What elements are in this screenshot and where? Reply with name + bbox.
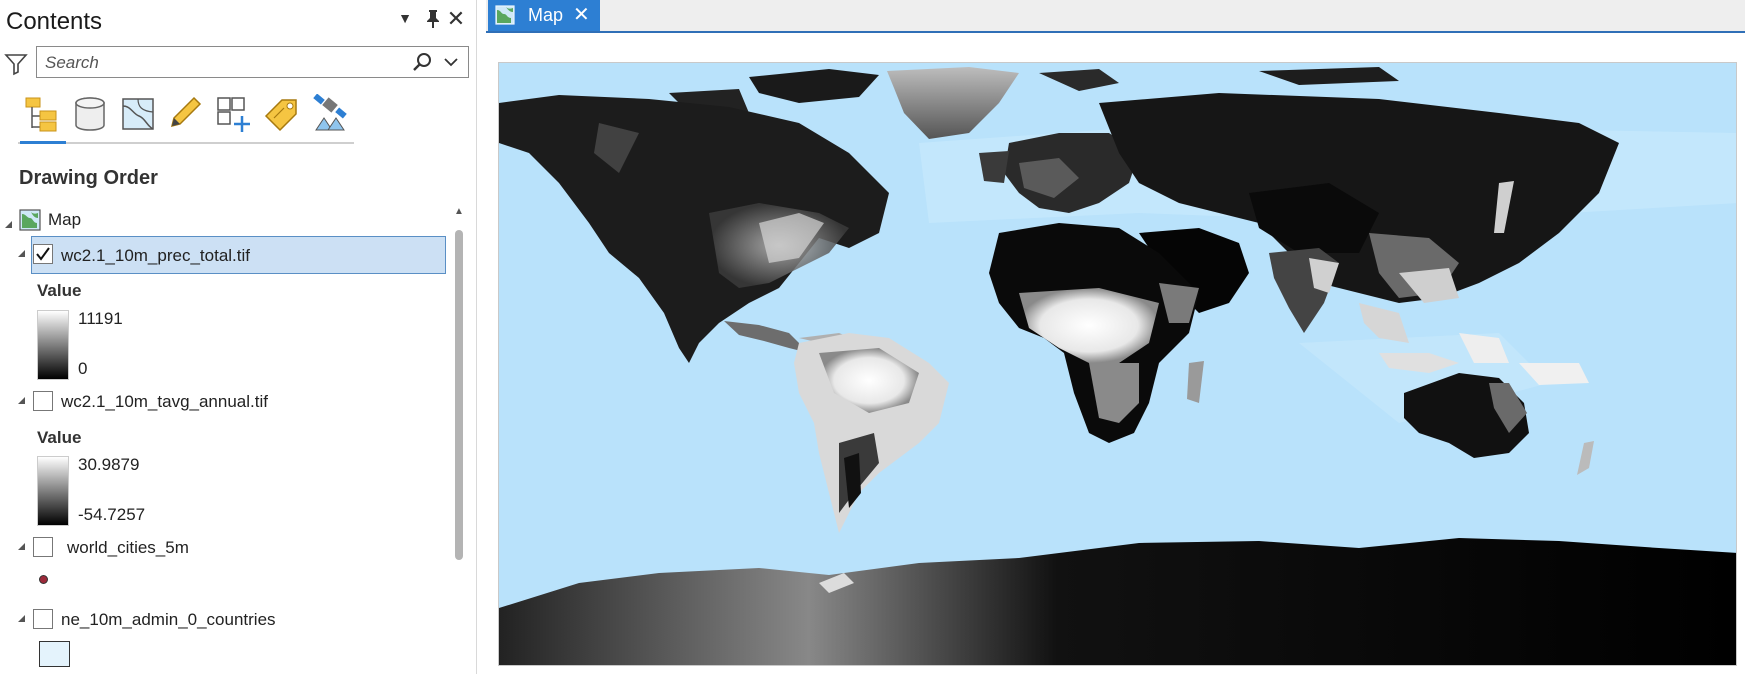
layer-name[interactable]: wc2.1_10m_tavg_annual.tif bbox=[61, 392, 268, 412]
tab-map[interactable]: Map ✕ bbox=[488, 0, 600, 31]
active-tab-indicator bbox=[20, 141, 66, 144]
expand-map-triangle-icon[interactable] bbox=[5, 221, 12, 228]
scroll-up-icon[interactable]: ▲ bbox=[454, 206, 464, 217]
search-box bbox=[36, 46, 469, 78]
expand-layer-triangle-icon[interactable] bbox=[18, 615, 25, 622]
stretch-color-ramp bbox=[37, 456, 69, 526]
view-tab-strip: Map ✕ bbox=[486, 0, 1745, 33]
toolbar-divider bbox=[18, 142, 354, 144]
layer-visibility-checkbox[interactable] bbox=[33, 609, 53, 629]
map-node-label[interactable]: Map bbox=[48, 210, 81, 230]
pane-options-dropdown-icon[interactable]: ▼ bbox=[393, 10, 417, 26]
search-input[interactable] bbox=[43, 51, 407, 75]
list-by-data-source-icon[interactable] bbox=[70, 94, 110, 134]
point-symbol bbox=[39, 575, 48, 584]
pane-title: Contents bbox=[6, 8, 103, 35]
tab-map-label: Map bbox=[528, 5, 564, 25]
list-by-snapping-icon[interactable] bbox=[214, 94, 254, 134]
polygon-symbol bbox=[39, 641, 70, 667]
list-by-labeling-icon[interactable] bbox=[262, 94, 302, 134]
close-pane-icon[interactable]: ✕ bbox=[444, 6, 468, 32]
layer-name[interactable]: wc2.1_10m_prec_total.tif bbox=[61, 246, 250, 266]
legend-heading: Value bbox=[37, 281, 82, 300]
legend-heading: Value bbox=[37, 428, 82, 447]
close-tab-icon[interactable]: ✕ bbox=[573, 2, 590, 27]
legend-max-value: 11191 bbox=[78, 309, 123, 328]
list-by-selection-icon[interactable] bbox=[118, 94, 158, 134]
expand-layer-triangle-icon[interactable] bbox=[18, 250, 25, 257]
pin-icon[interactable] bbox=[421, 8, 445, 34]
contents-scrollbar[interactable]: ▲ bbox=[450, 200, 468, 674]
drawing-order-heading: Drawing Order bbox=[19, 167, 158, 189]
layer-name[interactable]: world_cities_5m bbox=[67, 538, 189, 558]
chevron-down-icon[interactable] bbox=[442, 53, 460, 71]
layer-visibility-checkbox[interactable] bbox=[33, 244, 53, 264]
list-by-perspective-imagery-icon[interactable] bbox=[310, 93, 350, 134]
legend-min-value: 0 bbox=[78, 359, 88, 378]
contents-pane: Contents ▼ ✕ Search Drawing Order Map wc… bbox=[0, 0, 477, 674]
list-by-drawing-order-icon[interactable] bbox=[22, 94, 62, 134]
layer-visibility-checkbox[interactable] bbox=[33, 537, 53, 557]
map-icon bbox=[495, 5, 515, 25]
layer-visibility-checkbox[interactable] bbox=[33, 391, 53, 411]
expand-layer-triangle-icon[interactable] bbox=[18, 543, 25, 550]
legend-min-value: -54.7257 bbox=[78, 505, 146, 524]
scrollbar-thumb[interactable] bbox=[455, 230, 463, 560]
map-icon bbox=[19, 209, 41, 231]
map-view: Map ✕ bbox=[486, 0, 1745, 674]
search-icon[interactable] bbox=[412, 51, 434, 73]
filter-icon[interactable] bbox=[4, 52, 28, 76]
list-by-editing-icon[interactable] bbox=[166, 94, 206, 134]
map-canvas[interactable] bbox=[498, 62, 1737, 666]
stretch-color-ramp bbox=[37, 310, 69, 380]
legend-max-value: 30.9879 bbox=[78, 455, 140, 474]
layer-name[interactable]: ne_10m_admin_0_countries bbox=[61, 610, 276, 630]
world-map-graphic bbox=[499, 63, 1736, 665]
expand-layer-triangle-icon[interactable] bbox=[18, 397, 25, 404]
